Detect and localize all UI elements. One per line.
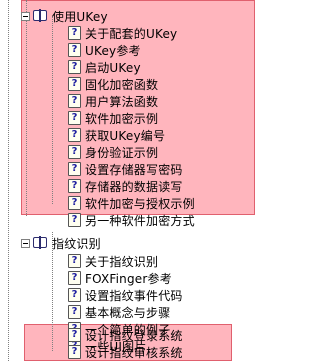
tree-item-label: 另一种软件加密方式 [85, 213, 195, 228]
help-page-icon: ? [68, 26, 81, 40]
help-page-icon: ? [68, 254, 81, 268]
help-page-icon: ? [68, 196, 81, 210]
tree-item[interactable]: ? 软件加密与授权示例 [68, 194, 195, 212]
tree-item-label: 软件加密示例 [85, 111, 159, 126]
collapse-toggle-icon[interactable] [21, 11, 30, 21]
tree-node-group-ukey[interactable]: 使用UKey [21, 7, 108, 25]
tree-item[interactable]: ? 另一种软件加密方式 [68, 211, 195, 229]
tree-node-label: 指纹识别 [52, 236, 101, 251]
help-page-icon: ? [68, 145, 81, 159]
help-page-icon: ? [68, 328, 81, 342]
tree-item-label: 设置指纹事件代码 [85, 288, 183, 303]
help-page-icon: ? [68, 128, 81, 142]
tree-item-label: 固化加密函数 [85, 77, 159, 92]
tree-item-label: 设计指纹审核系统 [85, 345, 183, 360]
help-page-icon: ? [68, 94, 81, 108]
help-page-icon: ? [68, 288, 81, 302]
tree-item[interactable]: ? 存储器的数据读写 [68, 177, 183, 195]
tree-item-label: 设置存储器写密码 [85, 162, 183, 177]
tree-item-label: 身份验证示例 [85, 145, 159, 160]
tree-node-group-fingerprint[interactable]: 指纹识别 [21, 234, 101, 252]
tree-item-label: 软件加密与授权示例 [85, 196, 195, 211]
help-page-icon: ? [68, 162, 81, 176]
tree-item[interactable]: ? 设计指纹审核系统 [68, 343, 183, 361]
help-page-icon: ? [68, 213, 81, 227]
tree-node-label: 使用UKey [52, 9, 108, 24]
help-page-icon: ? [68, 111, 81, 125]
tree-item[interactable]: ? 用户算法函数 [68, 92, 158, 110]
tree-item[interactable]: ? 启动UKey [68, 58, 141, 76]
tree-item-label: UKey参考 [85, 43, 141, 58]
tree-item[interactable]: ? 基本概念与步骤 [68, 303, 170, 321]
tree-item[interactable]: ? 设置存储器写密码 [68, 160, 183, 178]
tree-item-label: 启动UKey [85, 60, 141, 75]
tree-item-label: 关于指纹识别 [85, 254, 159, 269]
help-page-icon: ? [68, 271, 81, 285]
tree-item[interactable]: ? 关于指纹识别 [68, 252, 158, 270]
tree-item[interactable]: ? 关于配套的UKey [68, 24, 177, 42]
tree-connector [52, 16, 53, 204]
help-page-icon: ? [68, 179, 81, 193]
tree-item-label: 获取UKey编号 [85, 128, 166, 143]
tree-item-label: 设计指纹登录系统 [85, 328, 183, 343]
collapse-toggle-icon[interactable] [21, 238, 30, 248]
tree-item-label: 存储器的数据读写 [85, 179, 183, 194]
help-contents-tree: 使用UKey ? 关于配套的UKey ? UKey参考 ? 启动UKey ? 固… [0, 0, 272, 361]
tree-item[interactable]: ? 身份验证示例 [68, 143, 158, 161]
tree-item[interactable]: ? 设置指纹事件代码 [68, 286, 183, 304]
help-page-icon: ? [68, 305, 81, 319]
tree-item[interactable]: ? FOXFinger参考 [68, 269, 172, 287]
book-icon [33, 236, 49, 250]
tree-item-label: 关于配套的UKey [85, 26, 178, 41]
book-icon [33, 9, 49, 23]
tree-item[interactable]: ? 固化加密函数 [68, 75, 158, 93]
help-page-icon: ? [68, 43, 81, 57]
help-page-icon: ? [68, 60, 81, 74]
tree-item[interactable]: ? 获取UKey编号 [68, 126, 165, 144]
tree-item[interactable]: ? UKey参考 [68, 41, 141, 59]
tree-item-label: 用户算法函数 [85, 94, 159, 109]
tree-item[interactable]: ? 软件加密示例 [68, 109, 158, 127]
help-page-icon: ? [68, 345, 81, 359]
tree-item[interactable]: ? 设计指纹登录系统 [68, 326, 183, 344]
tree-item-label: 基本概念与步骤 [85, 305, 171, 320]
tree-connector [8, 0, 9, 361]
help-page-icon: ? [68, 77, 81, 91]
tree-item-label: FOXFinger参考 [85, 271, 172, 286]
tree-connector [26, 16, 27, 216]
